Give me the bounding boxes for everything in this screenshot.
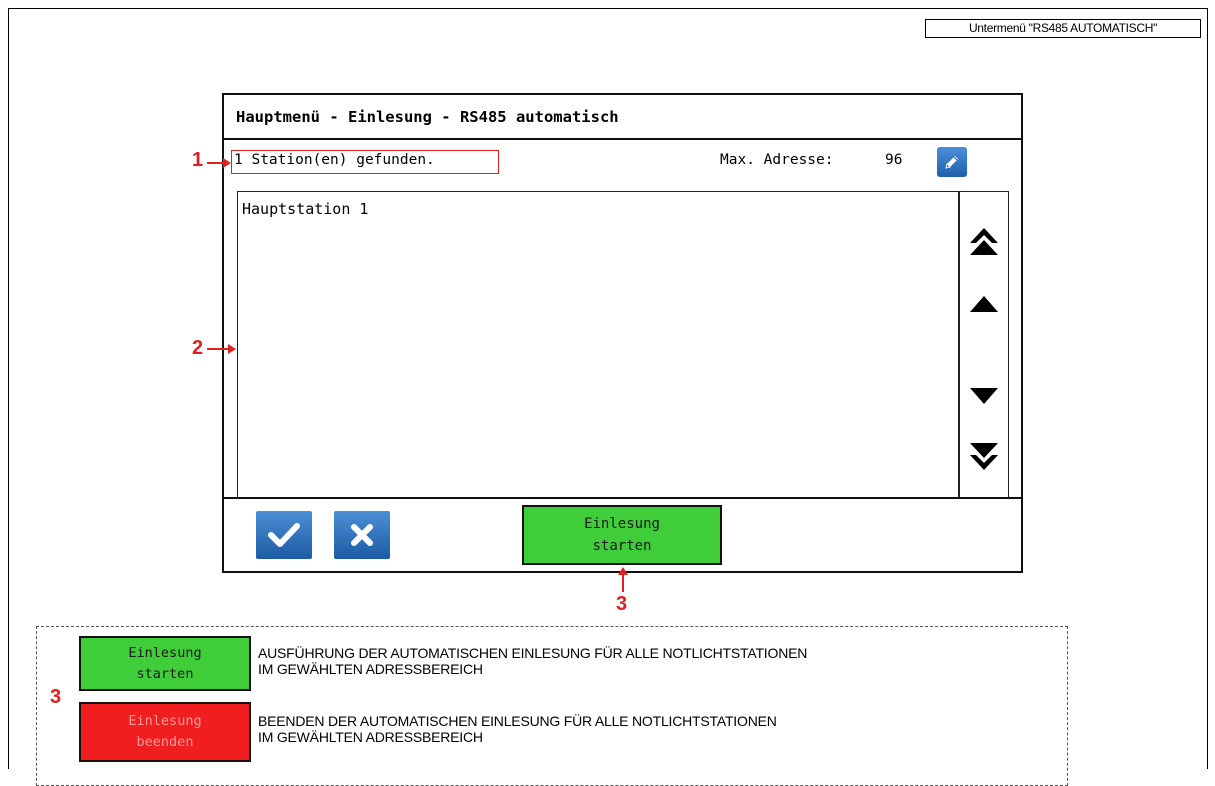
annotation-arrowhead-2: [228, 344, 236, 354]
annotation-marker-3: 3: [616, 593, 628, 615]
list-item[interactable]: Hauptstation 1: [242, 200, 368, 218]
scroll-up-button[interactable]: [968, 290, 1000, 322]
scroll-top-button[interactable]: [968, 226, 1000, 258]
legend-start-label-line2: starten: [136, 665, 194, 682]
screen-title: Hauptmenü - Einlesung - RS485 automatisc…: [224, 95, 1021, 140]
scroll-bottom-button[interactable]: [968, 440, 1000, 472]
close-icon: [351, 524, 373, 546]
start-button-label-line2: starten: [592, 538, 652, 554]
max-address-value: 96: [885, 152, 903, 168]
max-address-label: Max. Adresse:: [720, 152, 834, 168]
annotation-arrow-2: [207, 348, 229, 350]
annotation-arrowhead-1: [223, 158, 231, 168]
double-chevron-up-icon: [970, 228, 998, 255]
submenu-label: Untermenü "RS485 AUTOMATISCH": [925, 19, 1201, 38]
bottom-divider: [224, 497, 1021, 499]
scroll-down-button[interactable]: [968, 380, 1000, 412]
legend-stop-description-line1: BEENDEN DER AUTOMATISCHEN EINLESUNG FÜR …: [258, 713, 777, 729]
scroll-bar: [959, 191, 1009, 497]
legend-marker-3: 3: [50, 686, 62, 708]
legend-start-description-line2: IM GEWÄHLTEN ADRESSBEREICH: [258, 661, 483, 677]
start-reading-button[interactable]: Einlesung starten: [522, 505, 722, 565]
legend-stop-button: Einlesung beenden: [79, 702, 251, 762]
cancel-button[interactable]: [334, 511, 390, 559]
annotation-marker-2: 2: [192, 337, 204, 359]
triangle-down-icon: [970, 388, 998, 404]
ok-button[interactable]: [256, 511, 312, 559]
triangle-up-icon: [970, 296, 998, 312]
legend-stop-label-line1: Einlesung: [128, 713, 202, 729]
legend-start-label-line1: Einlesung: [128, 644, 202, 661]
pencil-icon: [945, 156, 958, 169]
edit-max-address-button[interactable]: [937, 147, 967, 177]
legend-start-description-line1: AUSFÜHRUNG DER AUTOMATISCHEN EINLESUNG F…: [258, 645, 808, 661]
double-chevron-down-icon: [970, 443, 998, 470]
annotation-highlight-1: [231, 150, 499, 174]
legend-stop-label-line2: beenden: [136, 734, 194, 750]
page-border-right: [1207, 8, 1208, 769]
start-button-label-line1: Einlesung: [584, 516, 660, 532]
checkmark-icon: [268, 523, 300, 547]
annotation-marker-1: 1: [192, 149, 204, 171]
legend-stop-description-line2: IM GEWÄHLTEN ADRESSBEREICH: [258, 729, 483, 745]
page-border-left: [8, 8, 9, 769]
station-list[interactable]: Hauptstation 1: [237, 191, 959, 497]
legend-start-button: Einlesung starten: [79, 636, 251, 691]
page-border-top: [8, 8, 1208, 9]
annotation-arrow-3: [622, 574, 624, 592]
